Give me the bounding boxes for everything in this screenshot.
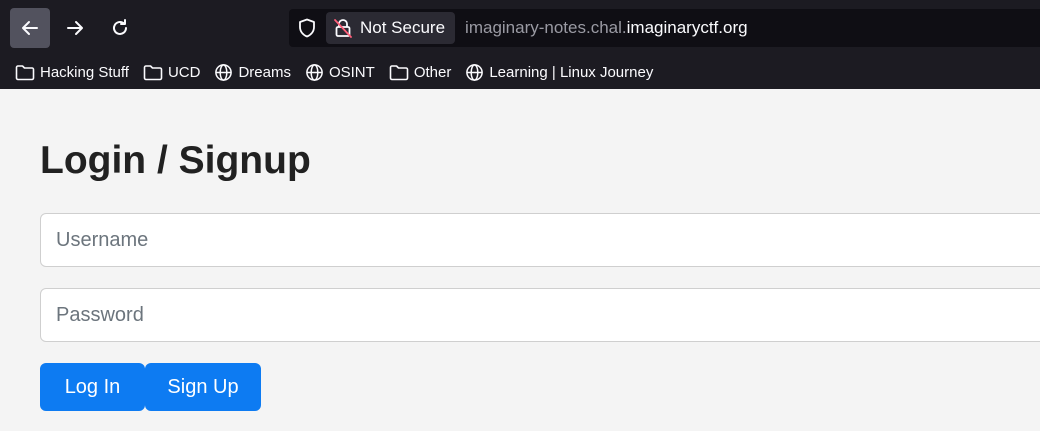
insecure-lock-icon [334,19,352,38]
folder-icon [15,64,35,80]
folder-icon [389,64,409,80]
bookmark-label: OSINT [328,63,375,81]
username-input[interactable] [40,213,1040,267]
bookmark-learning-linux-journey[interactable]: Learning | Linux Journey [465,63,653,82]
bookmark-label: Learning | Linux Journey [489,63,654,81]
bookmark-ucd[interactable]: UCD [143,63,201,81]
url-domain: imaginaryctf.org [626,18,748,37]
bookmark-label: Other [413,63,452,81]
browser-toolbar: Not Secure imaginary-notes.chal.imaginar… [0,0,1040,55]
bookmark-dreams[interactable]: Dreams [214,63,291,82]
bookmark-hacking-stuff[interactable]: Hacking Stuff [15,64,129,81]
shield-icon [299,18,315,38]
tracking-protection-button[interactable] [289,9,325,47]
url-text[interactable]: imaginary-notes.chal.imaginaryctf.org [465,18,748,38]
password-input[interactable] [40,288,1040,342]
reload-icon [113,19,127,35]
page-title: Login / Signup [40,139,311,182]
forward-button[interactable] [55,8,95,48]
url-subdomain: imaginary-notes.chal. [465,18,627,37]
globe-icon [306,63,323,81]
arrow-left-icon [22,21,38,35]
bookmarks-bar: Hacking Stuff UCD Dreams OSINT Other Lea… [0,55,1040,89]
security-label: Not Secure [360,18,446,37]
bookmark-label: UCD [167,63,201,81]
browser-chrome: Not Secure imaginary-notes.chal.imaginar… [0,0,1040,89]
folder-icon [143,64,163,80]
signup-button[interactable]: Sign Up [145,363,261,411]
arrow-right-icon [67,21,83,35]
bookmark-label: Dreams [238,63,291,81]
back-button[interactable] [10,8,50,48]
bookmark-other[interactable]: Other [389,63,452,81]
bookmark-label: Hacking Stuff [40,63,129,81]
globe-icon [215,63,233,81]
reload-button[interactable] [100,8,140,48]
login-button[interactable]: Log In [40,363,145,411]
globe-icon [466,63,484,81]
url-bar[interactable]: Not Secure imaginary-notes.chal.imaginar… [289,9,1040,47]
bookmark-osint[interactable]: OSINT [305,63,375,82]
page-content: Login / Signup Log In Sign Up [0,89,1040,431]
security-indicator[interactable]: Not Secure [326,12,456,44]
